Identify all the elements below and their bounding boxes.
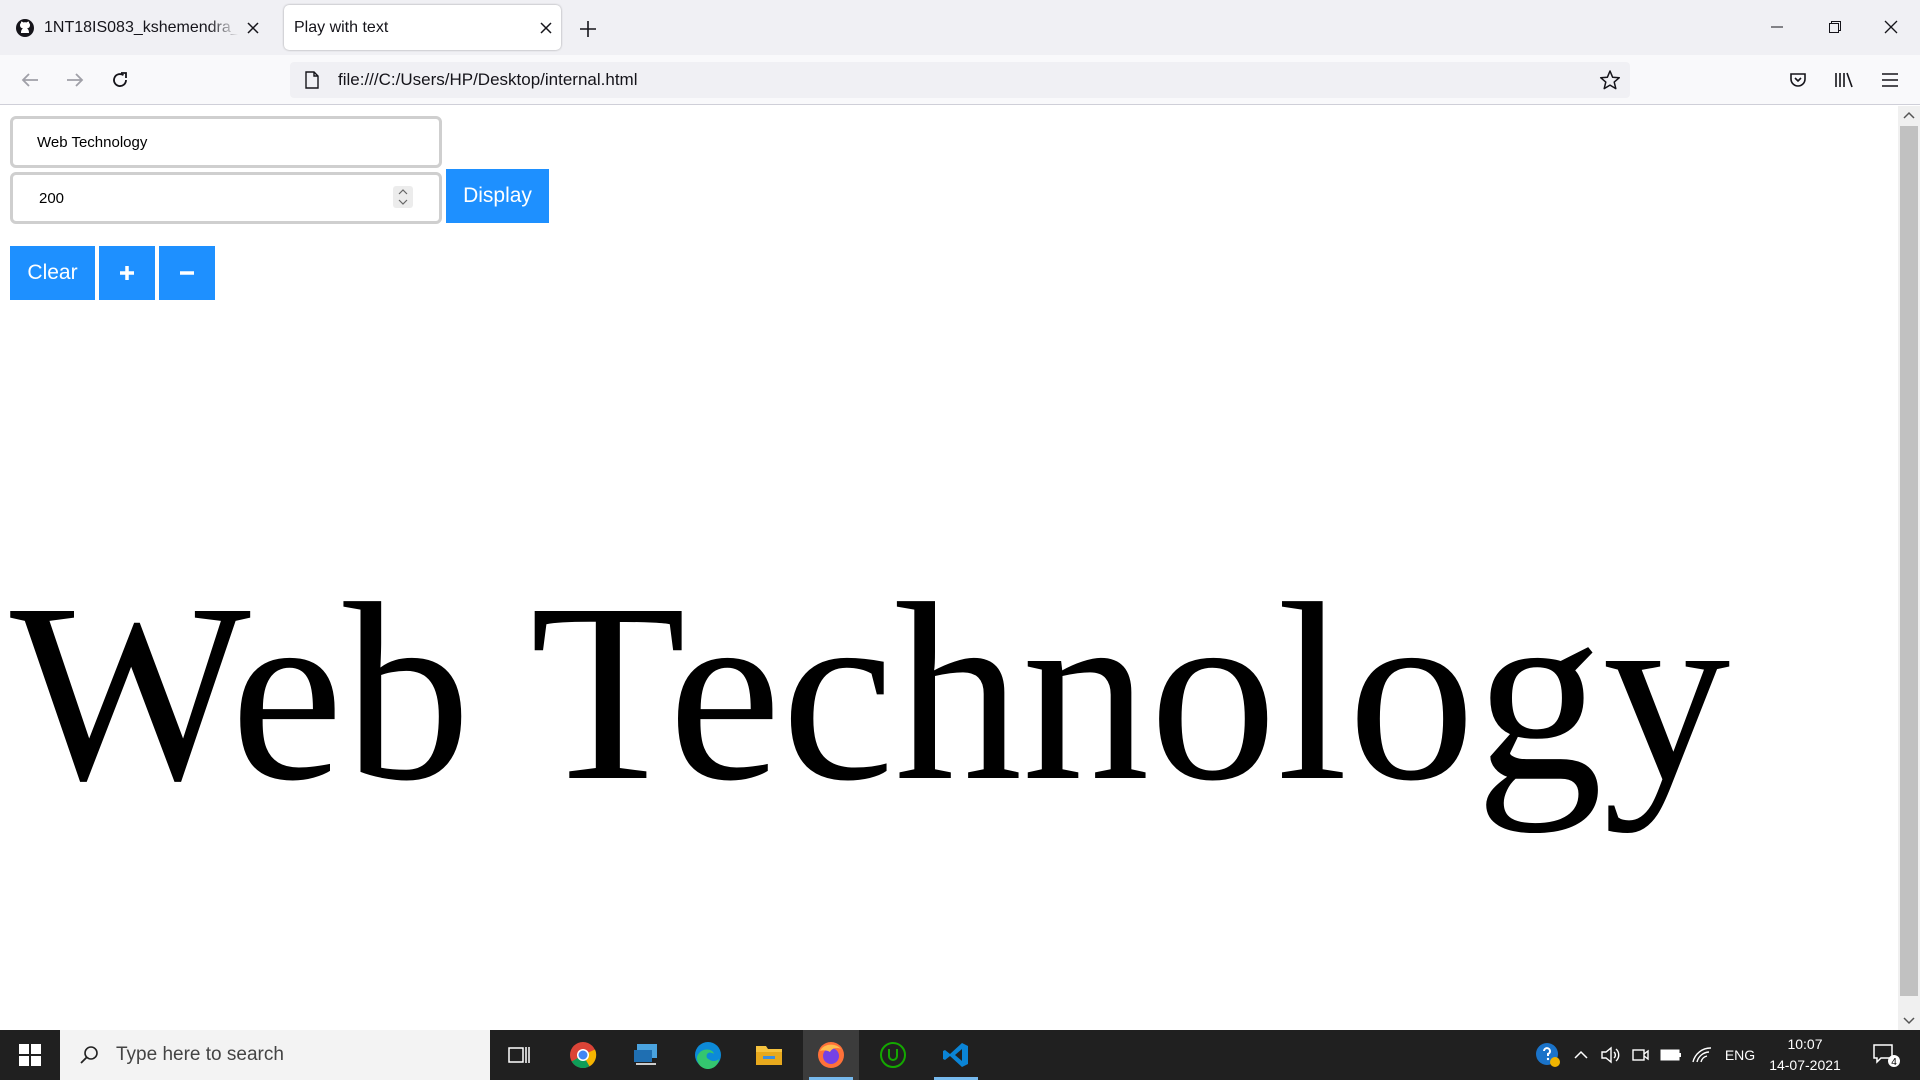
scroll-down-arrow-icon[interactable] — [1898, 1012, 1920, 1030]
remote-desktop-icon[interactable] — [618, 1030, 674, 1080]
bookmark-star-icon[interactable] — [1592, 62, 1628, 98]
taskbar: Type here to search ENG 10:07 14-07-2021… — [0, 1030, 1920, 1080]
vscode-icon[interactable] — [928, 1030, 984, 1080]
wifi-icon[interactable] — [1688, 1030, 1716, 1080]
edge-icon[interactable] — [680, 1030, 736, 1080]
close-icon[interactable] — [238, 13, 268, 43]
reload-button[interactable] — [102, 62, 138, 98]
clear-button[interactable]: Clear — [10, 246, 95, 300]
scroll-up-arrow-icon[interactable] — [1898, 106, 1920, 124]
decrease-size-button[interactable] — [159, 246, 215, 300]
windows-start-icon[interactable] — [0, 1030, 60, 1080]
display-text: Web Technology — [10, 552, 1731, 834]
scrollbar-thumb[interactable] — [1900, 126, 1918, 996]
new-tab-button[interactable] — [572, 13, 604, 45]
pocket-icon[interactable] — [1780, 62, 1816, 98]
chevron-up-icon[interactable] — [1568, 1030, 1594, 1080]
tab-github[interactable]: 1NT18IS083_kshemendra_B_wtlab — [6, 5, 268, 50]
chrome-icon[interactable] — [555, 1030, 611, 1080]
close-icon[interactable] — [531, 13, 561, 43]
task-view-icon[interactable] — [491, 1030, 547, 1080]
back-button[interactable] — [12, 62, 48, 98]
page-content: Display Clear Web Technology — [0, 106, 1898, 1030]
tab-play-with-text[interactable]: Play with text — [284, 5, 561, 50]
font-size-input[interactable] — [13, 175, 419, 221]
firefox-icon[interactable] — [803, 1030, 859, 1080]
clock-date: 14-07-2021 — [1769, 1057, 1841, 1073]
language-indicator[interactable]: ENG — [1720, 1030, 1760, 1080]
minimize-button[interactable] — [1752, 7, 1802, 47]
page-icon — [302, 70, 322, 90]
url-text[interactable]: file:///C:/Users/HP/Desktop/internal.htm… — [338, 70, 1592, 90]
address-bar[interactable]: file:///C:/Users/HP/Desktop/internal.htm… — [290, 62, 1630, 98]
font-size-field[interactable] — [10, 172, 442, 224]
tab-title: 1NT18IS083_kshemendra_B_wtlab — [44, 18, 238, 36]
notification-count: 4 — [1891, 1057, 1897, 1068]
clock[interactable]: 10:07 14-07-2021 — [1760, 1034, 1850, 1076]
number-spinner[interactable] — [393, 186, 413, 208]
plus-icon — [120, 266, 134, 280]
file-explorer-icon[interactable] — [741, 1030, 797, 1080]
display-button[interactable]: Display — [446, 169, 549, 223]
speaker-icon[interactable] — [1596, 1030, 1624, 1080]
forward-button[interactable] — [57, 62, 93, 98]
window-close-button[interactable] — [1866, 7, 1916, 47]
restore-button[interactable] — [1810, 7, 1860, 47]
search-icon — [76, 1042, 102, 1068]
taskbar-search-box[interactable]: Type here to search — [60, 1030, 490, 1080]
text-input[interactable] — [10, 116, 442, 168]
notification-center-icon[interactable]: 4 — [1866, 1030, 1906, 1080]
tab-bar: 1NT18IS083_kshemendra_B_wtlab Play with … — [0, 0, 1920, 55]
library-icon[interactable] — [1826, 62, 1862, 98]
battery-icon[interactable] — [1656, 1030, 1686, 1080]
hamburger-menu-icon[interactable] — [1872, 62, 1908, 98]
clock-time: 10:07 — [1787, 1036, 1823, 1052]
increase-size-button[interactable] — [99, 246, 155, 300]
search-placeholder: Type here to search — [116, 1044, 284, 1065]
github-icon — [14, 17, 36, 39]
upwork-icon[interactable] — [865, 1030, 921, 1080]
navigation-toolbar: file:///C:/Users/HP/Desktop/internal.htm… — [0, 55, 1920, 105]
meet-now-icon[interactable] — [1626, 1030, 1654, 1080]
help-icon[interactable] — [1530, 1030, 1566, 1080]
tab-title: Play with text — [294, 18, 389, 36]
vertical-scrollbar[interactable] — [1898, 106, 1920, 1030]
minus-icon — [180, 271, 194, 275]
